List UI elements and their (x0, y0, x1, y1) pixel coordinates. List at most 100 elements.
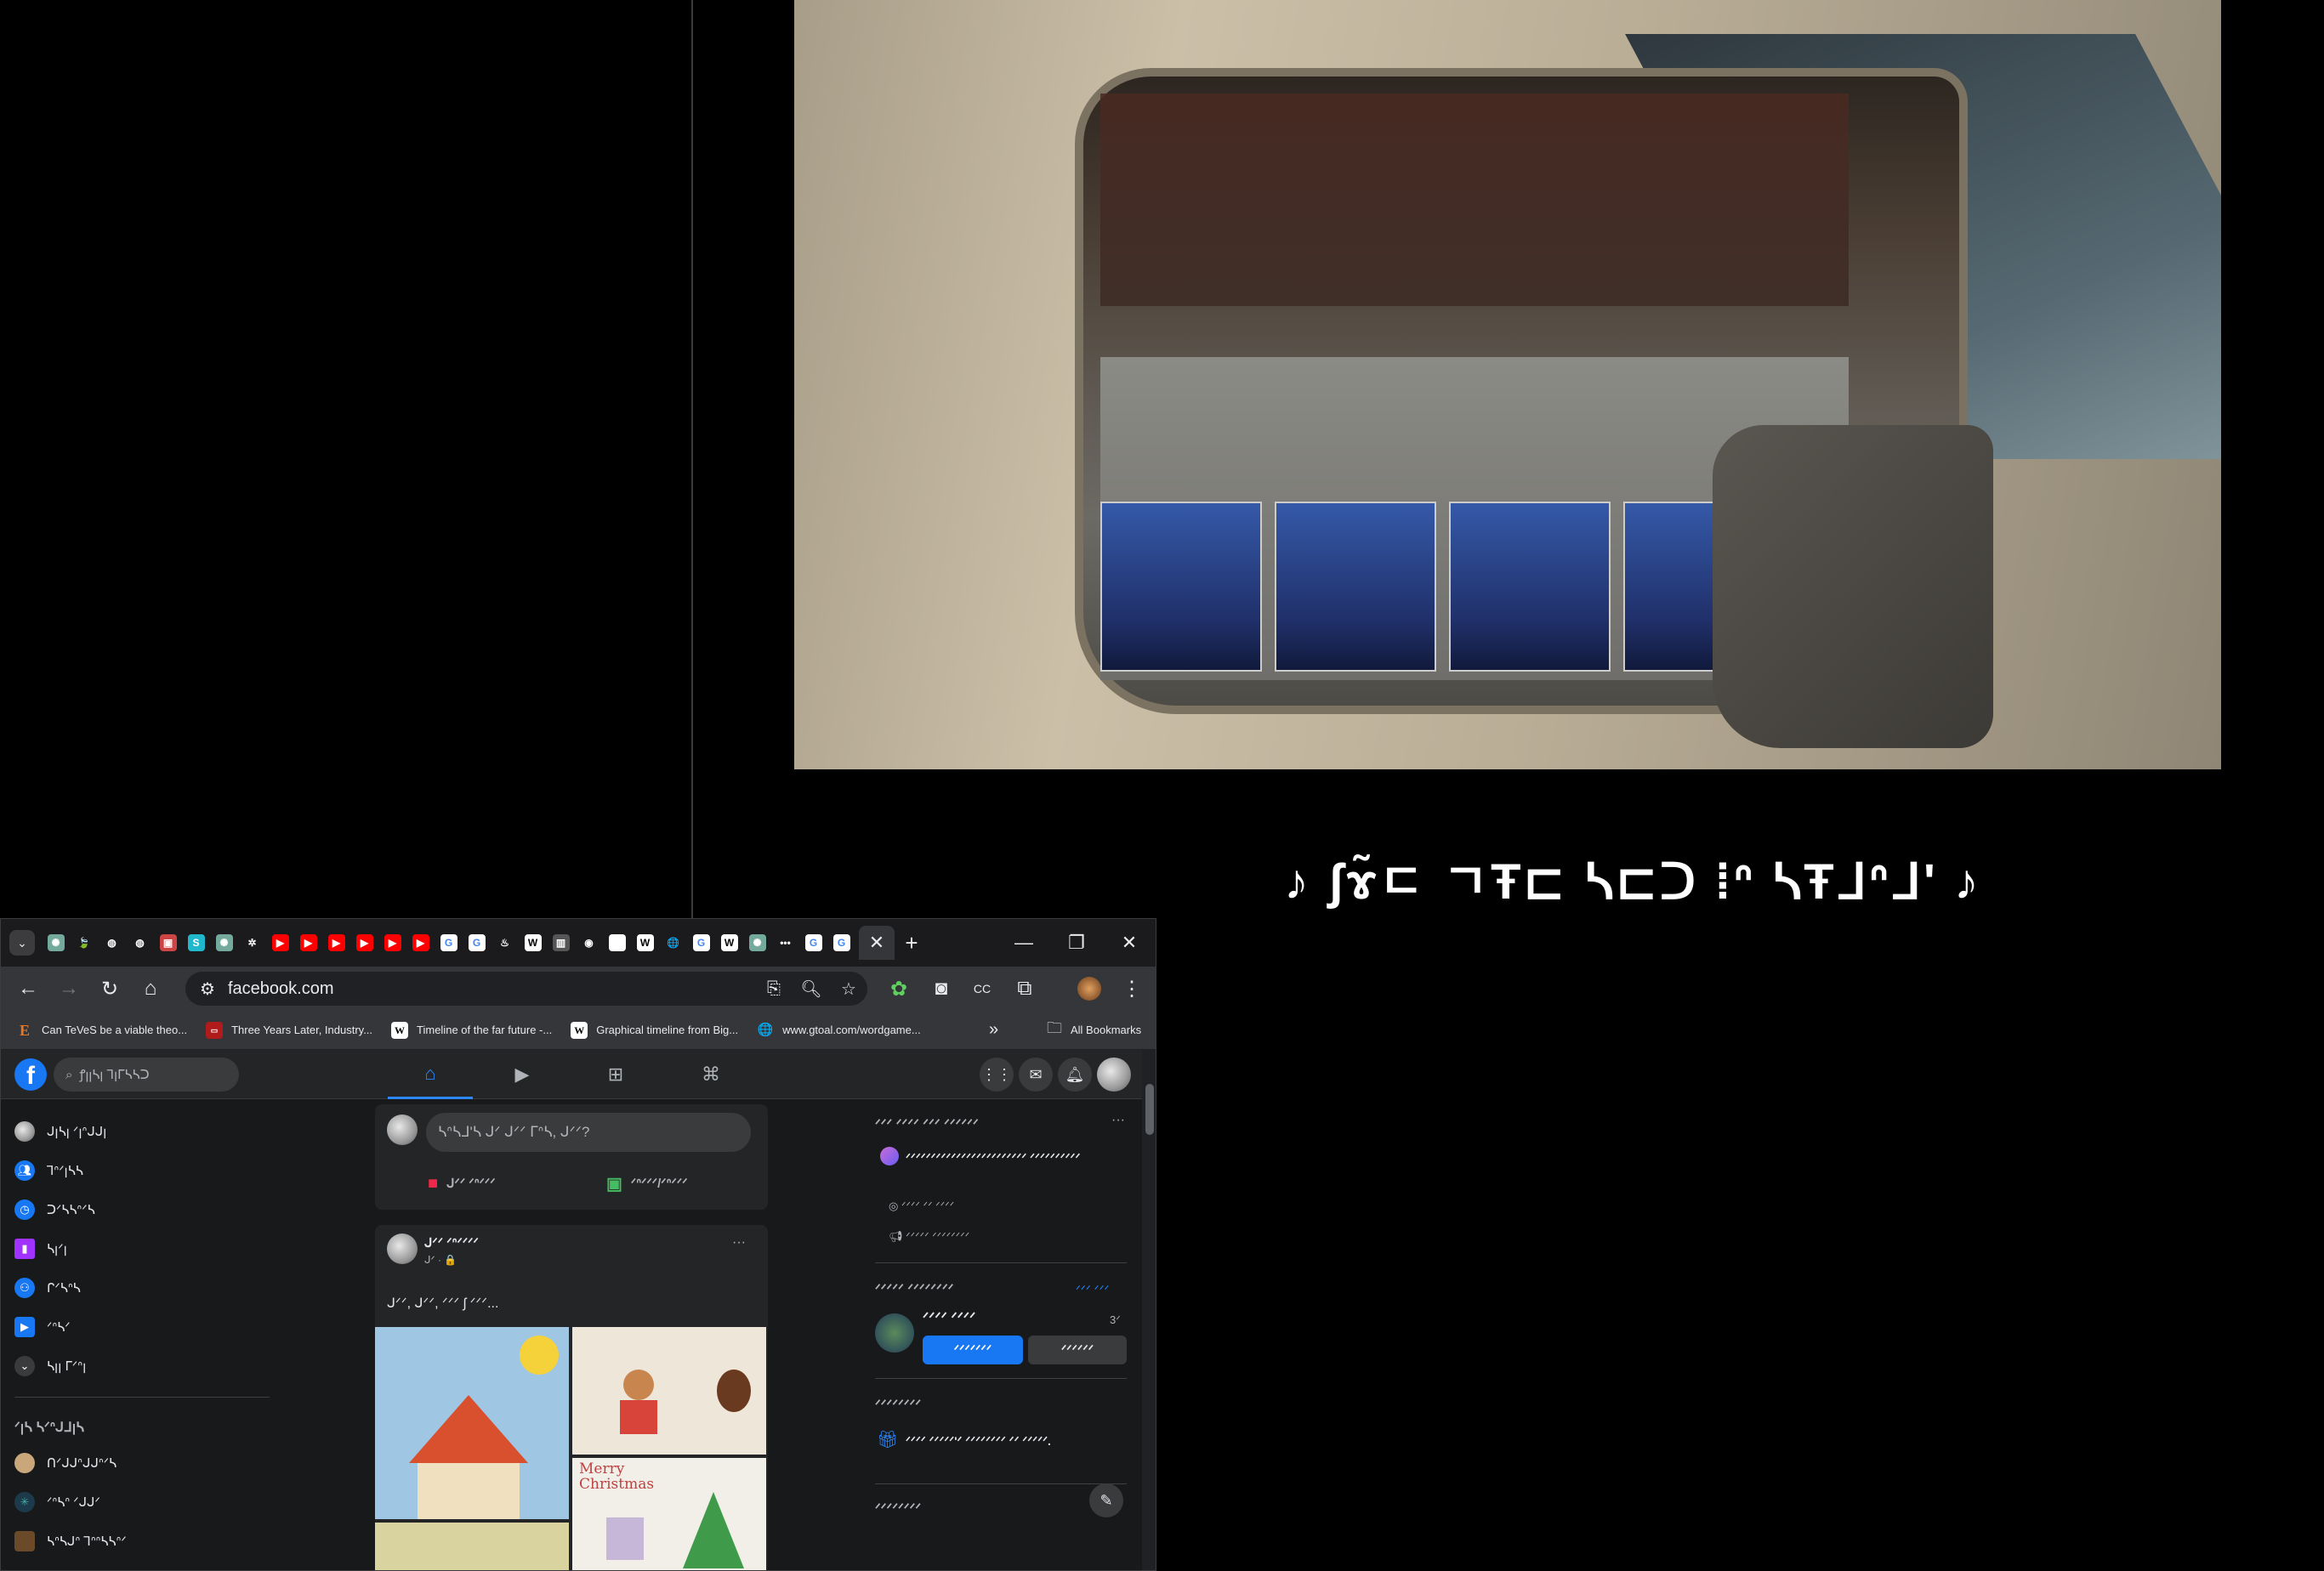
tab-W-24[interactable]: W (715, 928, 743, 957)
tab-gpt-6[interactable]: ✺ (210, 928, 238, 957)
all-bookmarks-button[interactable]: 🗀 All Bookmarks (1047, 1018, 1141, 1043)
tab-steam-16[interactable]: ♨ (491, 928, 519, 957)
tab-gpt-0[interactable]: ✺ (42, 928, 70, 957)
post-author-avatar[interactable] (387, 1234, 418, 1264)
confirm-request-button[interactable]: ᐟᐟᐟᐟᐟᐟᐟ (923, 1336, 1023, 1364)
page-avatar[interactable] (880, 1147, 899, 1165)
tab-green-leaf-1[interactable]: 🍃 (70, 928, 98, 957)
page-name[interactable]: ᐟᐟᐟᐟᐟᐟᐟᐟᐟᐟᐟᐟᐟᐟᐟᐟᐟᐟᐟᐟᐟᐟᐟᐟ ᐟᐟᐟᐟᐟᐟᐟᐟᐟᐟ (906, 1145, 1127, 1171)
photo-drawing[interactable] (375, 1523, 569, 1570)
account-avatar[interactable] (1097, 1058, 1131, 1092)
tab-dots-26[interactable]: ••• (771, 928, 799, 957)
shortcut-item[interactable]: ᓴᐢᓴᒍᐢ Ꞁᐢᐢᓴᓴᐢᐟ (14, 1524, 127, 1558)
shortcut-item[interactable]: ᑎᐟᒍᒍᐢᒍᒍᐢᐟᓴ (14, 1446, 116, 1480)
screenshot-extension-icon[interactable]: ◙ (921, 968, 962, 1009)
tab-globe-22[interactable]: 🌐 (659, 928, 687, 957)
live-video-button[interactable]: ■ ᒍᐟᐟ ᐟᐢᐟᐟᐟ (428, 1169, 496, 1198)
tab-cube-18[interactable]: ▥ (547, 928, 575, 957)
new-message-icon[interactable]: ✎ (1089, 1483, 1123, 1517)
back-button[interactable]: ← (8, 968, 48, 1009)
shortcut-item[interactable]: ✳ ᐟᐢᓴᐢ ᐟᒍᒍᐟ (14, 1485, 100, 1519)
sidebar-item-see-more[interactable]: ⌄ ᓴꞁꞁ ᒥᐟᐢꞁ (14, 1349, 86, 1383)
tab-gpt-25[interactable]: ✺ (743, 928, 771, 957)
bookmark-star-icon[interactable]: ☆ (832, 972, 866, 1006)
photo-christmas-drawing[interactable]: Merry Christmas (572, 1458, 766, 1570)
tab-close-icon[interactable]: ✕ (859, 926, 895, 960)
tab-youtube-13[interactable]: ▶ (406, 928, 435, 957)
bookmark-item[interactable]: W Timeline of the far future -... (391, 1021, 552, 1039)
sidebar-item-saved[interactable]: ▮ ᓴꞁᐟꞁ (14, 1232, 67, 1266)
profile-avatar[interactable] (1077, 977, 1101, 1001)
requester-name[interactable]: ᐟᐟᐟᐟ ᐟᐟᐟᐟ (923, 1310, 975, 1327)
nav-gaming-icon[interactable]: ⌘ (668, 1050, 753, 1099)
facebook-logo[interactable]: f (14, 1058, 47, 1091)
zoom-icon[interactable]: 🔍︎ (794, 972, 828, 1006)
scrollbar-thumb[interactable] (1145, 1084, 1154, 1135)
sidebar-item-video[interactable]: ▶ ᐟᐢᓴᐟ (14, 1310, 71, 1344)
post-author[interactable]: ᒍᐟᐟ ᐟᐢᐟᐟᐟᐟ (424, 1235, 479, 1251)
pages-options-button[interactable]: ··· (1111, 1113, 1125, 1128)
tab-youtube-8[interactable]: ▶ (266, 928, 294, 957)
photo-video-button[interactable]: ▣ ᐟᐢᐟᐟᐟ/ᐟᐢᐟᐟᐟ (606, 1169, 688, 1198)
tab-search-button[interactable]: ⌄ (9, 930, 35, 956)
sidebar-item-groups[interactable]: ⚇ ᒋᐟᓴᐢᓴ (14, 1271, 81, 1305)
tab-google-28[interactable]: G (827, 928, 855, 957)
extensions-puzzle-icon[interactable]: ⧉ (1004, 968, 1045, 1009)
tab-blank-20[interactable] (603, 928, 631, 957)
tab-W-17[interactable]: W (519, 928, 547, 957)
tab-S-5[interactable]: S (182, 928, 210, 957)
tab-W-21[interactable]: W (631, 928, 659, 957)
see-all-link[interactable]: ᐟᐟᐟ ᐟᐟᐟ (1076, 1283, 1109, 1297)
tab-youtube-11[interactable]: ▶ (350, 928, 378, 957)
photo-house-drawing[interactable] (375, 1327, 569, 1519)
bookmark-item[interactable]: 🌐 www.gtoal.com/wordgame... (757, 1022, 921, 1039)
page-promote-action[interactable]: 📢︎ ᐟᐟᐟᐟᐟ ᐟᐟᐟᐟᐟᐟᐟᐟ (889, 1230, 969, 1244)
tab-youtube-9[interactable]: ▶ (294, 928, 322, 957)
composer-input[interactable]: ᓴᐢᓴᒧ'ᓴ ᒍᐟ ᒍᐟᐟ ᒥᐢᓴ, ᒍᐟᐟ? (426, 1113, 751, 1152)
forward-button[interactable]: → (48, 968, 89, 1009)
address-bar[interactable]: ⚙ facebook.com ⎘ 🔍︎ ☆ (185, 972, 867, 1006)
messenger-icon[interactable]: ✉ (1019, 1058, 1053, 1092)
tab-github-2[interactable]: ◍ (98, 928, 126, 957)
facebook-search-input[interactable]: ⌕ ꝭꞁꞁᓴꞁ Ꞁꞁᒥᓴᓴᑐ (54, 1058, 239, 1092)
tab-google-27[interactable]: G (799, 928, 827, 957)
site-info-icon[interactable]: ⚙ (190, 972, 224, 1006)
tab-github-3[interactable]: ◍ (126, 928, 154, 957)
install-app-icon[interactable]: ⎘ (757, 972, 791, 1006)
browser-menu-button[interactable]: ⋮ (1111, 968, 1152, 1009)
sidebar-item-profile[interactable]: ᒍꞁᓴꞁ ᐟꞁᐢᒍᒍꞁ (14, 1114, 106, 1148)
tab-youtube-10[interactable]: ▶ (322, 928, 350, 957)
new-tab-button[interactable]: + (895, 930, 929, 956)
nav-video-icon[interactable]: ▶ (480, 1050, 565, 1099)
nav-home-icon[interactable]: ⌂ (388, 1050, 473, 1099)
delete-request-button[interactable]: ᐟᐟᐟᐟᐟᐟ (1028, 1336, 1127, 1364)
tab-img-4[interactable]: ▣ (154, 928, 182, 957)
tab-google-15[interactable]: G (463, 928, 491, 957)
close-window-button[interactable]: ✕ (1103, 919, 1156, 967)
more-bookmarks-button[interactable]: » (989, 1020, 998, 1040)
tab-google-14[interactable]: G (435, 928, 463, 957)
tab-gear-7[interactable]: ✲ (238, 928, 266, 957)
minimize-button[interactable]: — (997, 919, 1050, 967)
extension-icon[interactable]: ✿ (878, 968, 919, 1009)
reload-button[interactable]: ↻ (89, 968, 130, 1009)
bookmark-item[interactable]: E Can TeVeS be a viable theo... (16, 1022, 187, 1039)
bookmark-item[interactable]: W Graphical timeline from Big... (571, 1021, 738, 1039)
tab-youtube-12[interactable]: ▶ (378, 928, 406, 957)
bookmark-item[interactable]: ▭ Three Years Later, Industry... (206, 1021, 372, 1039)
requester-avatar[interactable] (875, 1313, 914, 1353)
sidebar-item-memories[interactable]: ◷ ᑐᐟᓴᓴᐢᐟᓴ (14, 1193, 95, 1227)
menu-grid-icon[interactable]: ⋮⋮ (980, 1058, 1014, 1092)
cc-extension-icon[interactable]: CC (962, 968, 1003, 1009)
sidebar-item-friends[interactable]: 👥︎ Ꞁᐢᐟꞁᓴᓴ (14, 1154, 83, 1188)
page-switch-action[interactable]: ◎ ᐟᐟᐟᐟ ᐟᐟ ᐟᐟᐟᐟ (889, 1200, 954, 1213)
post-options-button[interactable]: ··· (732, 1235, 746, 1251)
home-button[interactable]: ⌂ (130, 968, 171, 1009)
tab-google-23[interactable]: G (687, 928, 715, 957)
tab-chrome-19[interactable]: ◉ (575, 928, 603, 957)
notifications-bell-icon[interactable]: 🔔︎ (1058, 1058, 1092, 1092)
post-photo-grid[interactable]: Merry Christmas (375, 1327, 766, 1570)
restore-button[interactable]: ❐ (1050, 919, 1103, 967)
nav-marketplace-icon[interactable]: ⊞ (573, 1050, 658, 1099)
page-scrollbar[interactable] (1142, 1050, 1156, 1570)
